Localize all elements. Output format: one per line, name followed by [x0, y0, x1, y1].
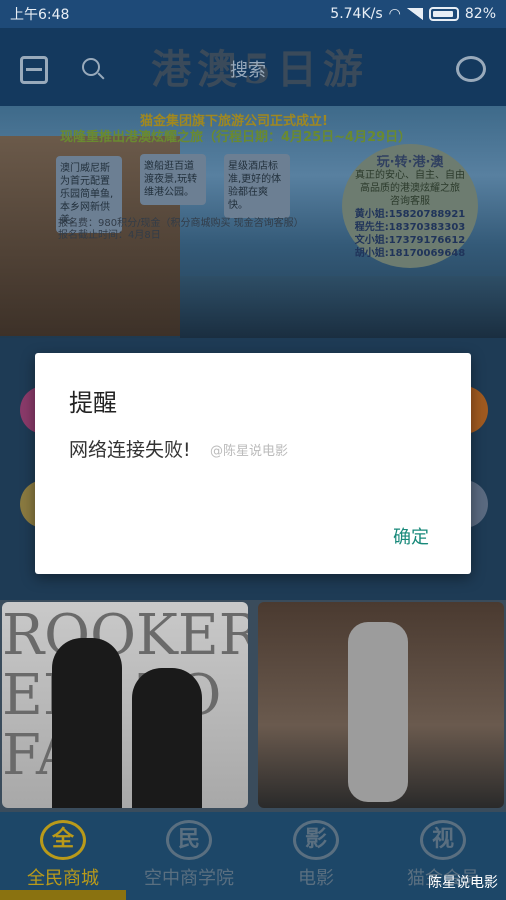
- dialog-message: 网络连接失败!: [69, 439, 191, 461]
- status-bar: 上午6:48 5.74K/s ◠ 82%: [0, 0, 506, 28]
- movie-badge-icon: 影: [293, 820, 339, 860]
- nav-item-academy[interactable]: 民 空中商学院: [126, 812, 252, 890]
- search-icon[interactable]: [82, 58, 100, 76]
- network-speed: 5.74K/s: [330, 6, 383, 22]
- banner-fee-line: 报名费：980积分/现金（积分商城购买 现金咨询客服）: [58, 218, 304, 229]
- status-time: 上午6:48: [10, 7, 70, 23]
- contact-desc: 咨询客服: [390, 196, 430, 207]
- wifi-icon: ◠: [388, 6, 401, 22]
- watermark: 陈星说电影: [428, 875, 498, 891]
- battery-level: 82%: [464, 6, 496, 22]
- member-badge-icon: 视: [420, 820, 466, 860]
- nav-label: 电影: [298, 868, 334, 889]
- banner-fee-info: 报名费：980积分/现金（积分商城购买 现金咨询客服） 报名截止时间：4月8日: [58, 218, 304, 242]
- nav-item-mall[interactable]: 全 全民商城: [0, 812, 126, 890]
- status-right: 5.74K/s ◠ 82%: [330, 6, 496, 22]
- banner-deadline-line: 报名截止时间：4月8日: [58, 230, 161, 241]
- search-text[interactable]: 搜索: [230, 56, 266, 82]
- product-list: ROOKER ERY TO FAB: [0, 600, 506, 812]
- banner-contact-circle: 玩·转·港·澳 真正的安心、自主、自由 高品质的港澳炫耀之旅 咨询客服 黄小姐:…: [342, 144, 478, 268]
- contact-phone: 文小姐:17379176612: [354, 235, 466, 246]
- chat-icon[interactable]: [456, 56, 486, 82]
- product-card[interactable]: ROOKER ERY TO FAB: [2, 602, 248, 808]
- banner-note: 星级酒店标准,更好的体验都在爽快。: [224, 154, 290, 218]
- banner-note: 邀船逛百道渡夜景,玩转维港公园。: [140, 154, 206, 205]
- contact-desc: 真正的安心、自主、自由: [355, 170, 465, 181]
- signal-icon: [406, 8, 423, 20]
- banner-subheadline: 现隆重推出港澳炫耀之旅（行程日期：4月25日~4月29日）: [60, 130, 412, 145]
- banner-harbor-image: [180, 276, 506, 338]
- scan-icon[interactable]: [20, 56, 48, 84]
- product-bg-text: ROOKER ERY TO FAB: [2, 603, 248, 786]
- alert-dialog: 提醒 网络连接失败! 确定: [35, 353, 471, 574]
- nav-label: 全民商城: [27, 868, 99, 889]
- academy-badge-icon: 民: [166, 820, 212, 860]
- dialog-title: 提醒: [69, 389, 117, 417]
- nav-label: 空中商学院: [144, 868, 234, 889]
- product-model-image: [52, 638, 122, 808]
- app-header: 港澳5日游 搜索: [0, 28, 506, 106]
- product-pants-image: [348, 622, 408, 802]
- product-model-image: [132, 668, 202, 808]
- promo-banner[interactable]: 猫金集团旗下旅游公司正式成立! 现隆重推出港澳炫耀之旅（行程日期：4月25日~4…: [0, 106, 506, 338]
- contact-desc: 高品质的港澳炫耀之旅: [360, 183, 460, 194]
- watermark: @陈星说电影: [210, 444, 289, 459]
- contact-phone: 黄小姐:15820788921: [354, 209, 466, 220]
- contact-phone: 胡小姐:18170069648: [354, 248, 466, 259]
- battery-icon: [428, 7, 459, 21]
- active-tab-indicator: [0, 890, 126, 900]
- contact-title: 玩·转·港·澳: [376, 155, 444, 170]
- contact-phone: 程先生:18370383303: [354, 222, 466, 233]
- nav-item-movie[interactable]: 影 电影: [253, 812, 379, 890]
- product-card[interactable]: [258, 602, 504, 808]
- mall-badge-icon: 全: [40, 820, 86, 860]
- confirm-button[interactable]: 确定: [393, 523, 429, 549]
